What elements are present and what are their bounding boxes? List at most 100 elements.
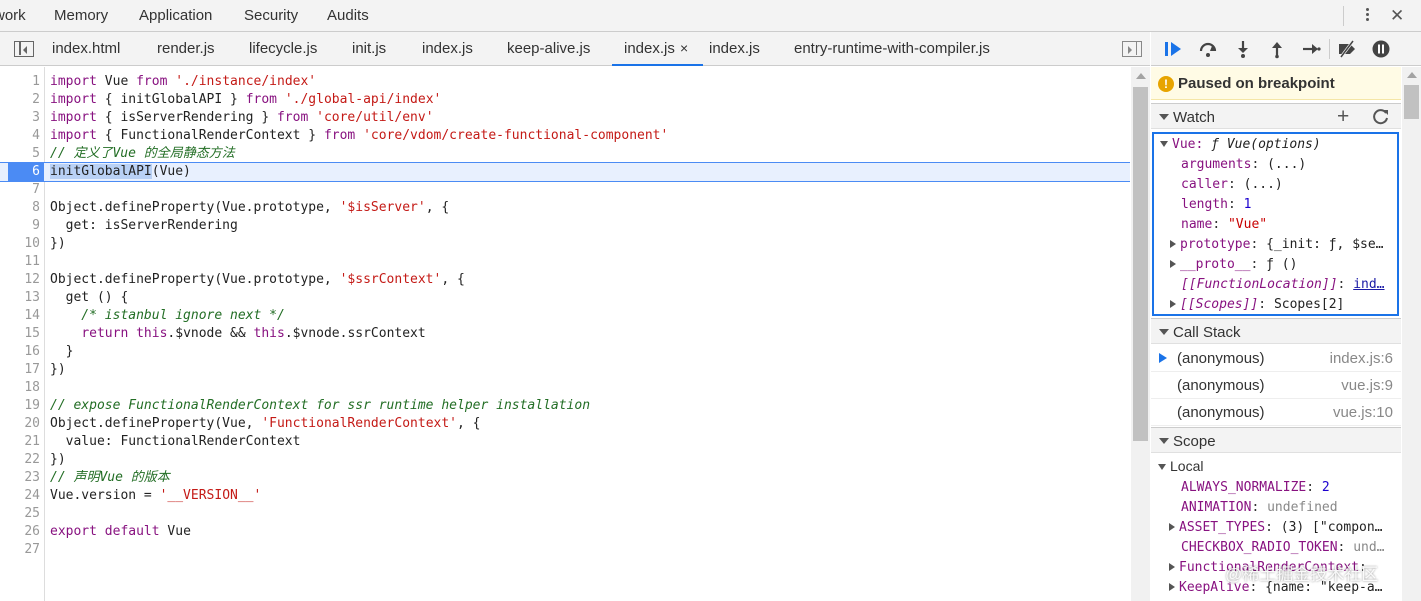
line-number[interactable]: 23 [0,469,40,487]
toggle-debugger-icon[interactable] [1122,41,1142,57]
step-out-icon[interactable] [1267,39,1287,59]
code-line[interactable]: 25 [0,505,1130,523]
code-line[interactable]: 17}) [0,361,1130,379]
code-line[interactable]: 7 [0,181,1130,199]
watch-expression[interactable]: Vue: ƒ Vue(options) [1160,135,1321,155]
frame-location[interactable]: vue.js:10 [1333,404,1393,421]
step-into-icon[interactable] [1233,39,1253,59]
editor-scrollbar[interactable] [1131,67,1150,601]
expand-triangle-icon[interactable] [1169,583,1175,591]
tab-memory[interactable]: Memory [54,7,108,24]
code-line[interactable]: 1 import Vue from './instance/index' [0,73,1130,91]
line-number[interactable]: 2 [0,91,40,109]
scrollbar-thumb[interactable] [1133,87,1148,441]
file-tab-entry-runtime[interactable]: entry-runtime-with-compiler.js [794,40,990,57]
file-tab-init-js[interactable]: init.js [352,40,386,57]
scope-local-header[interactable]: Local [1158,456,1203,476]
callstack-section-header[interactable]: Call Stack [1151,318,1401,344]
watch-property[interactable]: arguments: (...) [1181,155,1306,175]
line-number[interactable]: 25 [0,505,40,523]
step-over-icon[interactable] [1198,39,1218,59]
code-line[interactable]: 3 import { isServerRendering } from 'core… [0,109,1130,127]
line-number[interactable]: 20 [0,415,40,433]
file-tab-index-js-active[interactable]: index.js [612,40,703,66]
line-number[interactable]: 9 [0,217,40,235]
line-number[interactable]: 8 [0,199,40,217]
more-options-icon[interactable] [1360,6,1374,26]
file-tab-index-js-3[interactable]: index.js [709,40,760,57]
watch-property[interactable]: name: "Vue" [1181,215,1267,235]
expand-triangle-icon[interactable] [1170,240,1176,248]
watch-property[interactable]: length: 1 [1181,195,1251,215]
scroll-up-icon[interactable] [1136,73,1146,79]
watch-property[interactable]: caller: (...) [1181,175,1283,195]
code-line[interactable]: 11 [0,253,1130,271]
line-number[interactable]: 12 [0,271,40,289]
code-line[interactable]: 24 Vue.version = '__VERSION__' [0,487,1130,505]
expand-triangle-icon[interactable] [1169,523,1175,531]
call-frame[interactable]: (anonymous) vue.js:9 [1151,372,1401,399]
code-line[interactable]: 6 initGlobalAPI(Vue) [0,162,1130,182]
frame-location[interactable]: index.js:6 [1330,350,1393,367]
code-line[interactable]: 12 Object.defineProperty(Vue.prototype, '… [0,271,1130,289]
step-icon[interactable] [1301,39,1321,59]
toggle-navigator-icon[interactable] [14,41,34,57]
file-tab-render-js[interactable]: render.js [157,40,215,57]
close-icon[interactable]: ✕ [1390,6,1404,26]
line-number[interactable]: 15 [0,325,40,343]
code-editor[interactable]: 1 import Vue from './instance/index' 2 impo… [0,67,1150,601]
expand-triangle-icon[interactable] [1170,300,1176,308]
code-line[interactable]: 14 /* istanbul ignore next */ [0,307,1130,325]
expand-triangle-icon[interactable] [1160,141,1168,147]
code-line[interactable]: 13 get () { [0,289,1130,307]
line-number[interactable]: 6 [8,163,44,181]
file-tab-keep-alive-js[interactable]: keep-alive.js [507,40,590,57]
line-number[interactable]: 7 [0,181,40,199]
expand-triangle-icon[interactable] [1158,464,1166,470]
refresh-icon[interactable] [1372,108,1390,126]
resume-icon[interactable] [1163,39,1183,59]
code-line[interactable]: 16 } [0,343,1130,361]
line-number[interactable]: 26 [0,523,40,541]
collapse-triangle-icon[interactable] [1159,329,1169,335]
expand-triangle-icon[interactable] [1169,563,1175,571]
line-number[interactable]: 13 [0,289,40,307]
line-number[interactable]: 19 [0,397,40,415]
scope-section-header[interactable]: Scope [1151,427,1401,453]
code-line[interactable]: 20 Object.defineProperty(Vue, 'Functional… [0,415,1130,433]
line-number[interactable]: 27 [0,541,40,559]
code-line[interactable]: 21 value: FunctionalRenderContext [0,433,1130,451]
code-line[interactable]: 22}) [0,451,1130,469]
code-line[interactable]: 9 get: isServerRendering [0,217,1130,235]
line-number[interactable]: 14 [0,307,40,325]
code-line[interactable]: 27 [0,541,1130,559]
scrollbar-thumb[interactable] [1404,85,1419,119]
file-tab-index-js-1[interactable]: index.js [422,40,473,57]
pause-on-exceptions-icon[interactable] [1371,39,1391,59]
line-number[interactable]: 10 [0,235,40,253]
tab-application[interactable]: Application [139,7,212,24]
code-line[interactable]: 5 // 定义了Vue 的全局静态方法 [0,145,1130,163]
line-number[interactable]: 24 [0,487,40,505]
line-number[interactable]: 22 [0,451,40,469]
scope-property[interactable]: ALWAYS_NORMALIZE: 2 [1181,478,1413,498]
code-line[interactable]: 26 export default Vue [0,523,1130,541]
call-frame[interactable]: (anonymous) vue.js:10 [1151,399,1401,426]
file-tab-index-html[interactable]: index.html [52,40,120,57]
tab-audits[interactable]: Audits [327,7,369,24]
call-frame[interactable]: (anonymous) index.js:6 [1151,345,1401,372]
frame-location[interactable]: vue.js:9 [1341,377,1393,394]
code-line[interactable]: 2 import { initGlobalAPI } from './global… [0,91,1130,109]
expand-triangle-icon[interactable] [1170,260,1176,268]
watch-property[interactable]: prototype: {_init: ƒ, $se… [1170,235,1384,255]
line-number[interactable]: 18 [0,379,40,397]
collapse-triangle-icon[interactable] [1159,114,1169,120]
tab-network[interactable]: work [0,7,26,24]
add-expression-icon[interactable]: + [1337,105,1349,129]
line-number[interactable]: 4 [0,127,40,145]
code-line[interactable]: 23 // 声明Vue 的版本 [0,469,1130,487]
code-line[interactable]: 15 return this.$vnode && this.$vnode.ssr… [0,325,1130,343]
code-line[interactable]: 10}) [0,235,1130,253]
collapse-triangle-icon[interactable] [1159,438,1169,444]
watch-property[interactable]: [[Scopes]]: Scopes[2] [1170,295,1344,314]
